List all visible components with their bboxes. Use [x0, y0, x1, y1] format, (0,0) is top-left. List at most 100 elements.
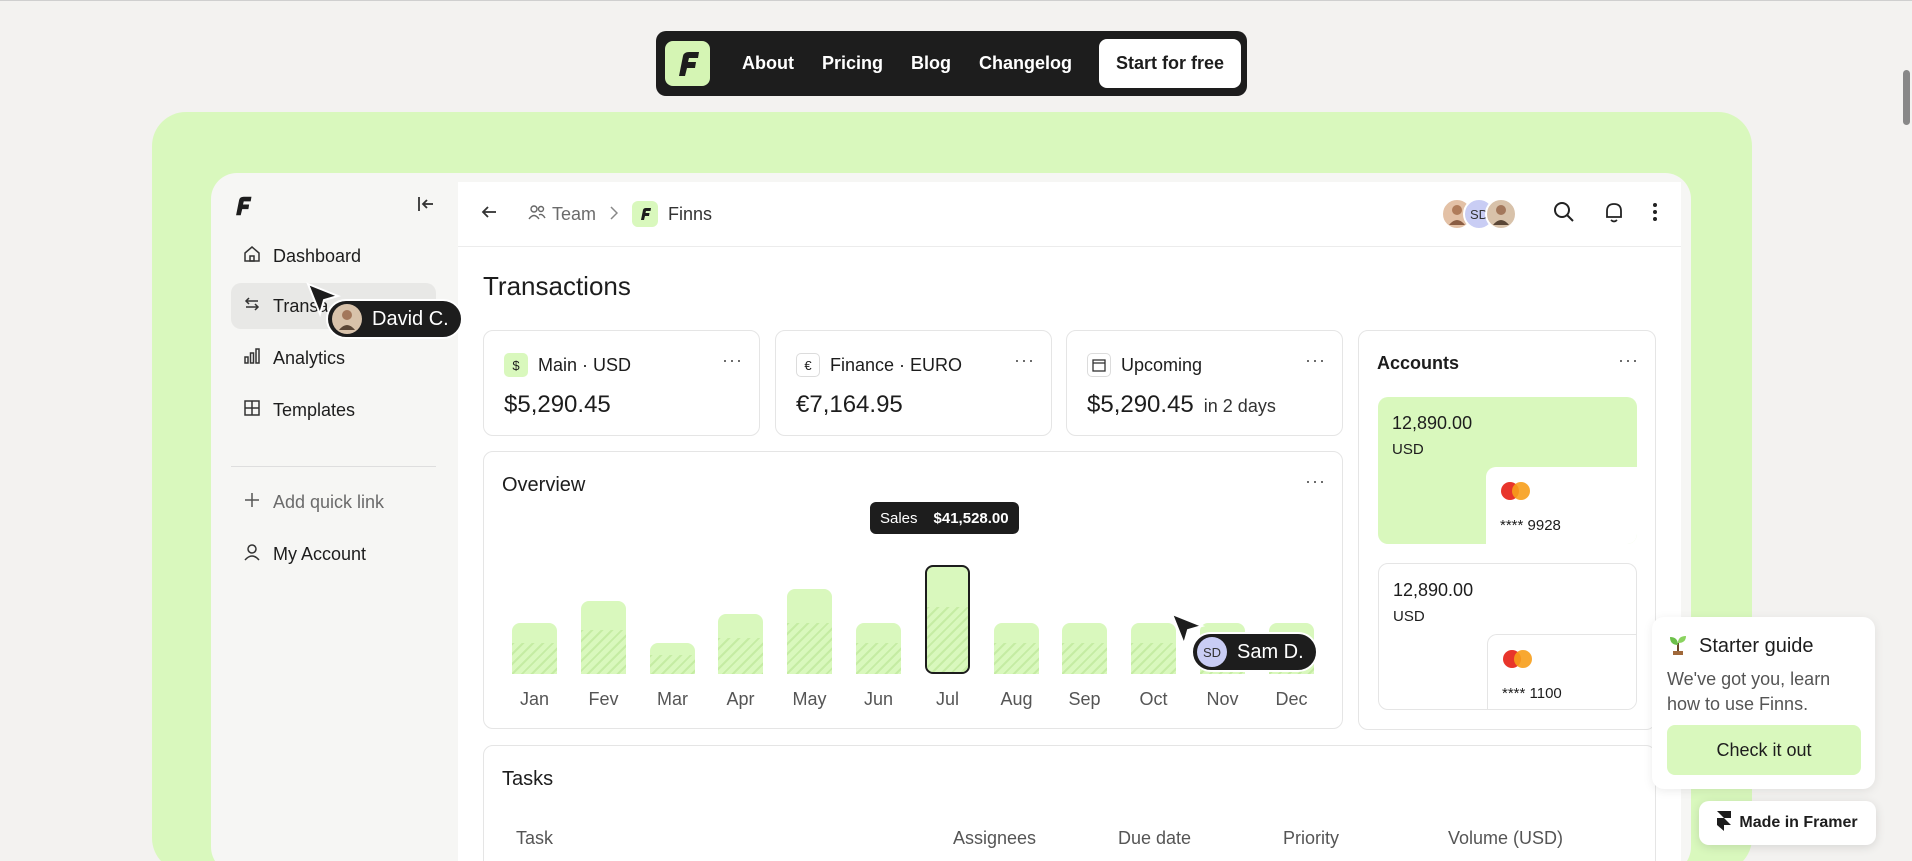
add-quick-link-button[interactable]: Add quick link	[231, 479, 436, 525]
made-in-framer-badge[interactable]: Made in Framer	[1699, 801, 1876, 845]
chart-bar-jul[interactable]	[925, 565, 970, 674]
chart-bar-jun[interactable]	[856, 623, 901, 674]
sidebar-item-label: Templates	[273, 399, 356, 420]
chart-bar-may[interactable]	[787, 589, 832, 674]
balance-card-label: Main · USD	[538, 354, 632, 375]
avatar-initials: SD	[1197, 637, 1227, 667]
calendar-icon	[1087, 353, 1111, 377]
month-label: Jan	[519, 689, 550, 709]
month-label: May	[792, 689, 827, 709]
sidebar-item-label: Dashboard	[273, 245, 362, 266]
start-for-free-button[interactable]: Start for free	[1099, 39, 1241, 88]
more-horizontal-icon[interactable]: ···	[722, 351, 743, 369]
finns-logo[interactable]	[665, 41, 710, 86]
card-number: **** 1100	[1502, 685, 1562, 702]
mastercard-icon	[1502, 649, 1534, 674]
sprout-icon	[1667, 633, 1689, 660]
balance-value: $5,290.45	[1087, 391, 1194, 418]
more-horizontal-icon[interactable]: ···	[1618, 351, 1639, 369]
dollar-icon: $	[504, 353, 528, 377]
sidebar-item-label: My Account	[273, 543, 367, 564]
month-label: Mar	[657, 689, 688, 709]
account-amount: 12,890.00	[1393, 580, 1474, 600]
chart-bar-sep[interactable]	[1062, 623, 1107, 674]
sidebar: Dashboard Transa Analytics Templates Add…	[211, 173, 458, 861]
account-currency: USD	[1393, 608, 1425, 625]
chart-bar-hatch	[581, 630, 626, 674]
breadcrumb-team[interactable]: Team	[552, 204, 596, 225]
account-card-1100[interactable]: 12,890.00 USD **** 1100	[1378, 563, 1637, 710]
account-currency: USD	[1392, 441, 1424, 458]
sidebar-item-label: Analytics	[273, 347, 346, 368]
chart-bar-aug[interactable]	[994, 623, 1039, 674]
overview-card: Overview ··· Jan Fev Mar Apr May Jun Jul Aug Sep…	[483, 451, 1343, 729]
nav-changelog-link[interactable]: Changelog	[965, 53, 1086, 74]
more-horizontal-icon[interactable]: ···	[1305, 351, 1326, 369]
mastercard-icon	[1500, 481, 1532, 506]
main-header: Team Finns SD	[458, 182, 1681, 247]
balance-card-main[interactable]: $ Main · USD ··· $5,290.45	[483, 330, 760, 436]
chart-bar-hatch	[512, 643, 557, 674]
month-label: Fev	[588, 689, 619, 709]
team-icon	[528, 204, 546, 225]
sidebar-item-templates[interactable]: Templates	[231, 387, 436, 433]
month-label: Sep	[1068, 689, 1101, 709]
sidebar-item-dashboard[interactable]: Dashboard	[231, 233, 436, 279]
page-title: Transactions	[483, 271, 631, 301]
starter-guide-body: We've got you, learn how to use Finns.	[1667, 669, 1831, 715]
sidebar-item-my-account[interactable]: My Account	[231, 531, 436, 577]
chart-bar-apr[interactable]	[718, 614, 763, 674]
sidebar-item-analytics[interactable]: Analytics	[231, 335, 436, 381]
column-assignees[interactable]: Assignees	[953, 828, 1036, 849]
column-due-date[interactable]: Due date	[1118, 828, 1191, 849]
starter-guide-popup: Starter guide We've got you, learn how t…	[1652, 617, 1875, 789]
month-label: Nov	[1206, 689, 1239, 709]
collaborator-cursor-david: David C.	[326, 299, 463, 339]
sidebar-logo[interactable]	[233, 193, 253, 224]
chart-bar-hatch	[1062, 643, 1107, 674]
account-amount: 12,890.00	[1392, 413, 1473, 433]
nav-blog-link[interactable]: Blog	[897, 53, 965, 74]
top-navigation: About Pricing Blog Changelog Start for f…	[656, 31, 1247, 96]
column-volume[interactable]: Volume (USD)	[1448, 828, 1563, 849]
balance-card-finance[interactable]: € Finance · EURO ··· €7,164.95	[775, 330, 1052, 436]
chart-bar-hatch	[856, 643, 901, 674]
back-arrow-icon[interactable]	[480, 203, 498, 226]
month-label: Apr	[726, 689, 755, 709]
nav-about-link[interactable]: About	[728, 53, 808, 74]
balance-value: $5,290.45	[504, 391, 611, 418]
breadcrumb-finns[interactable]: Finns	[668, 204, 712, 225]
bell-icon[interactable]	[1603, 201, 1625, 228]
euro-icon: €	[796, 353, 820, 377]
chart-bar-hatch	[994, 643, 1039, 674]
column-priority[interactable]: Priority	[1283, 828, 1339, 849]
avatar	[332, 304, 362, 334]
check-it-out-button[interactable]: Check it out	[1667, 725, 1861, 775]
chart-bar-fev[interactable]	[581, 601, 626, 674]
more-vertical-icon[interactable]	[1653, 202, 1657, 226]
more-horizontal-icon[interactable]: ···	[1014, 351, 1035, 369]
arrows-swap-icon	[243, 295, 261, 318]
month-label: Dec	[1275, 689, 1308, 709]
chart-bar-mar[interactable]	[650, 643, 695, 674]
balance-card-upcoming[interactable]: Upcoming ··· $5,290.45 in 2 days	[1066, 330, 1343, 436]
collapse-sidebar-icon[interactable]	[416, 194, 438, 216]
search-icon[interactable]	[1553, 201, 1575, 228]
page-scrollbar[interactable]	[1903, 70, 1910, 125]
tooltip-label: Sales	[880, 509, 918, 527]
accounts-title: Accounts	[1377, 353, 1460, 373]
nav-pricing-link[interactable]: Pricing	[808, 53, 897, 74]
tasks-card: Tasks Task Assignees Due date Priority V…	[483, 745, 1656, 861]
collaborator-avatars[interactable]: SD	[1441, 198, 1517, 230]
home-icon	[243, 245, 261, 268]
chart-bar-jan[interactable]	[512, 623, 557, 674]
chart-bar-hatch	[787, 623, 832, 674]
plus-icon	[243, 491, 261, 514]
account-card-9928[interactable]: 12,890.00 USD **** 9928	[1378, 397, 1637, 544]
tasks-title: Tasks	[502, 768, 554, 790]
chart-bar-hatch	[718, 638, 763, 674]
avatar	[1485, 198, 1517, 230]
chart-bar-hatch	[650, 655, 695, 674]
column-task[interactable]: Task	[516, 828, 553, 849]
cursor-name: David C.	[372, 307, 449, 330]
